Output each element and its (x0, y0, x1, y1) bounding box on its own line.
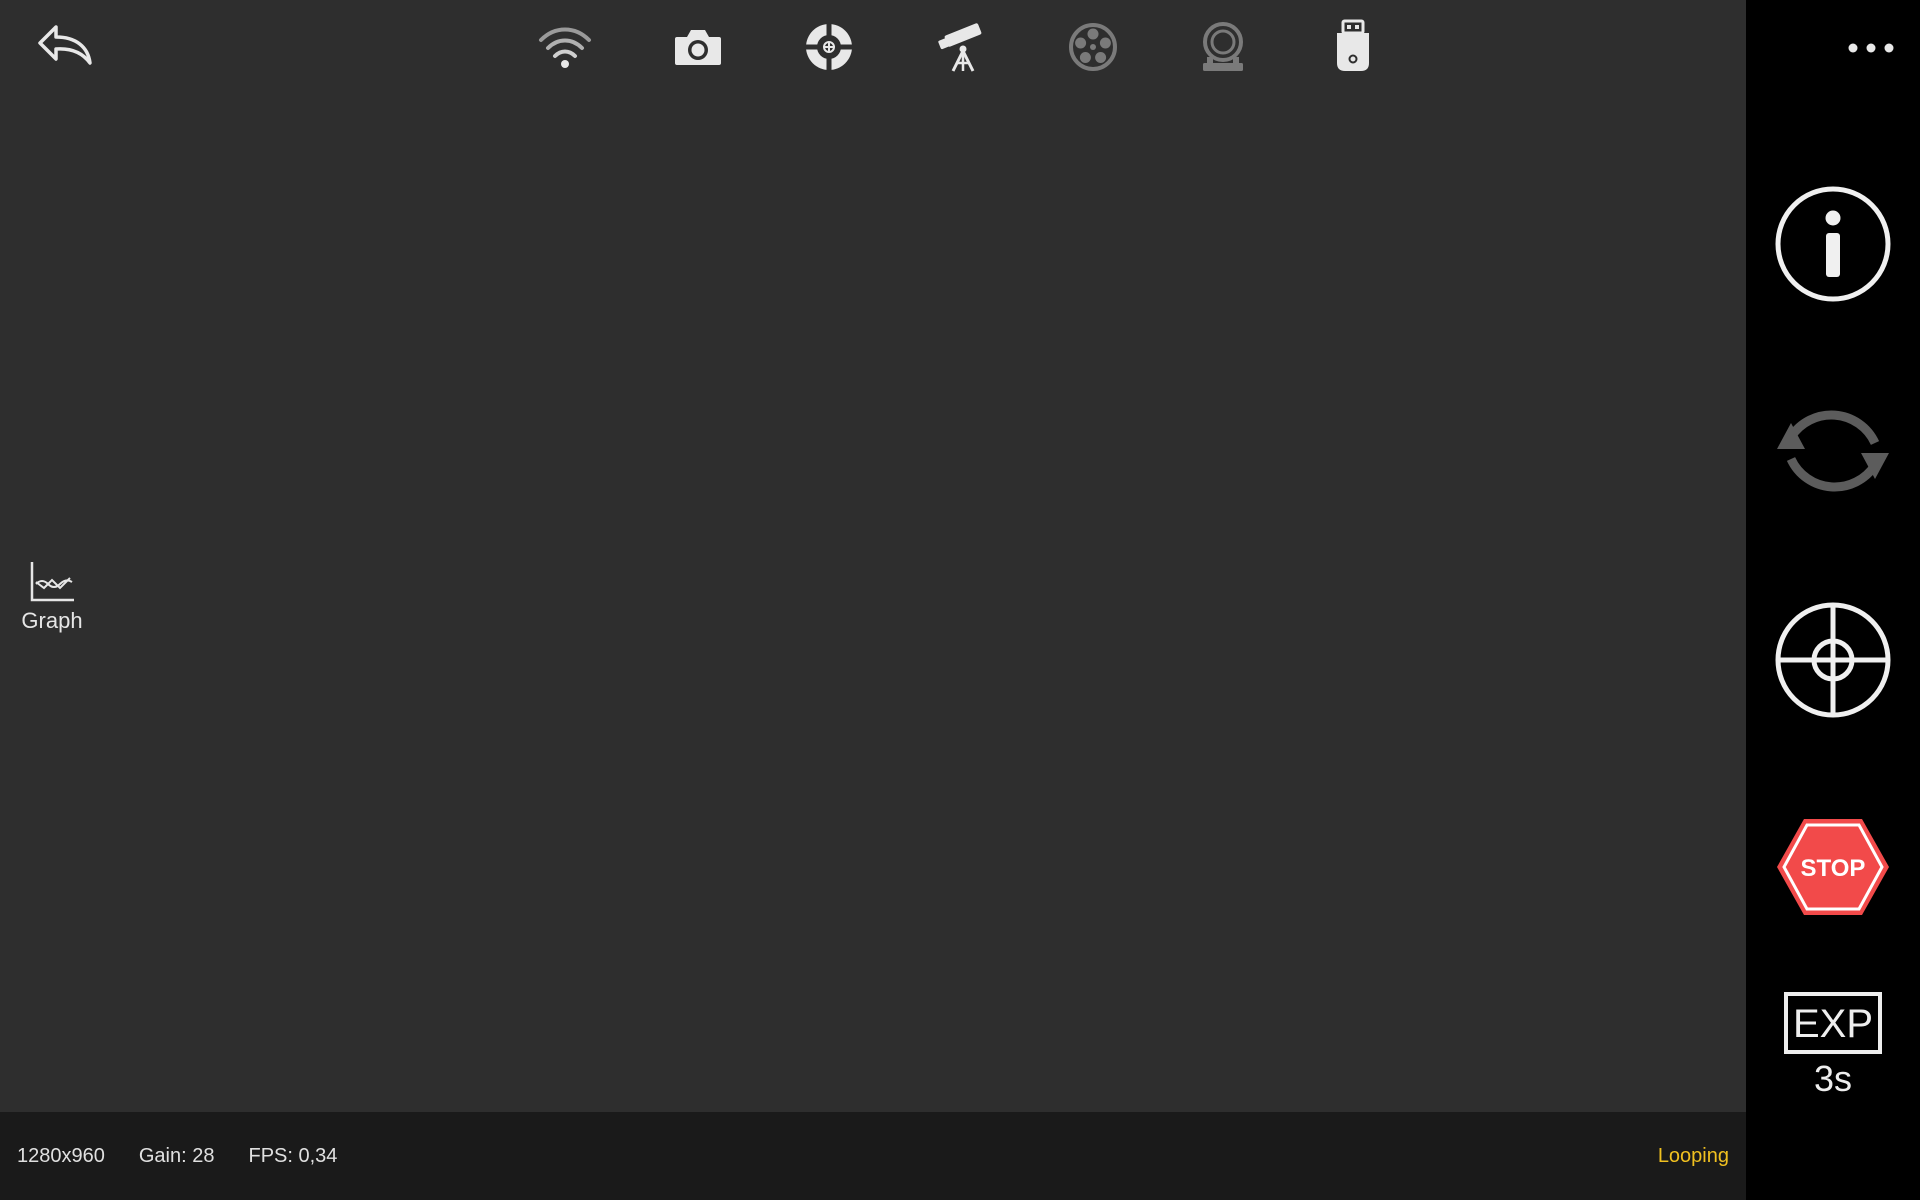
exp-badge-icon: EXP (1784, 992, 1882, 1054)
wifi-icon (539, 27, 591, 68)
gain-text: Gain: 28 (138, 1144, 215, 1167)
storage-button[interactable] (1328, 18, 1378, 74)
graph-button[interactable]: Graph (14, 560, 90, 640)
stop-button[interactable]: STOP (1773, 814, 1893, 920)
exp-badge-text: EXP (1793, 1002, 1873, 1046)
camera-icon (675, 30, 721, 65)
filter-wheel-icon (1069, 23, 1117, 71)
right-control-panel: STOP EXP 3s (1746, 0, 1920, 1200)
guider-button[interactable] (802, 20, 856, 74)
usb-stick-icon (1337, 19, 1369, 71)
target-button[interactable] (1773, 600, 1893, 720)
loop-icon (1777, 410, 1889, 492)
graph-label: Graph (21, 608, 83, 633)
camera-button[interactable] (670, 22, 726, 72)
back-icon (38, 25, 92, 65)
info-button[interactable] (1773, 184, 1893, 304)
info-icon (1775, 186, 1891, 302)
filter-wheel-button[interactable] (1066, 20, 1120, 74)
fps-text: FPS: 0,34 (248, 1144, 338, 1167)
crosshair-icon (1775, 602, 1891, 718)
wifi-button[interactable] (536, 22, 594, 72)
more-options-button[interactable] (1838, 28, 1904, 68)
telescope-icon (938, 23, 982, 72)
more-dots-icon (1848, 43, 1894, 53)
top-toolbar (0, 0, 1746, 100)
capture-mode-text: Looping (1657, 1144, 1729, 1167)
stop-sign-icon: STOP (1777, 819, 1889, 915)
stop-label: STOP (1801, 855, 1866, 882)
loop-button[interactable] (1766, 392, 1900, 510)
mount-button[interactable] (934, 20, 990, 74)
back-button[interactable] (28, 18, 100, 74)
focuser-button[interactable] (1196, 20, 1250, 74)
exposure-value: 3s (1813, 1058, 1853, 1099)
focuser-icon (1203, 22, 1243, 71)
image-viewport[interactable] (0, 0, 1746, 1112)
graph-icon (30, 562, 74, 602)
status-bar: 1280x960 Gain: 28 FPS: 0,34 Looping (0, 1112, 1746, 1200)
guider-icon (806, 24, 852, 70)
exposure-button[interactable]: EXP (1780, 990, 1886, 1056)
resolution-text: 1280x960 (17, 1144, 105, 1167)
